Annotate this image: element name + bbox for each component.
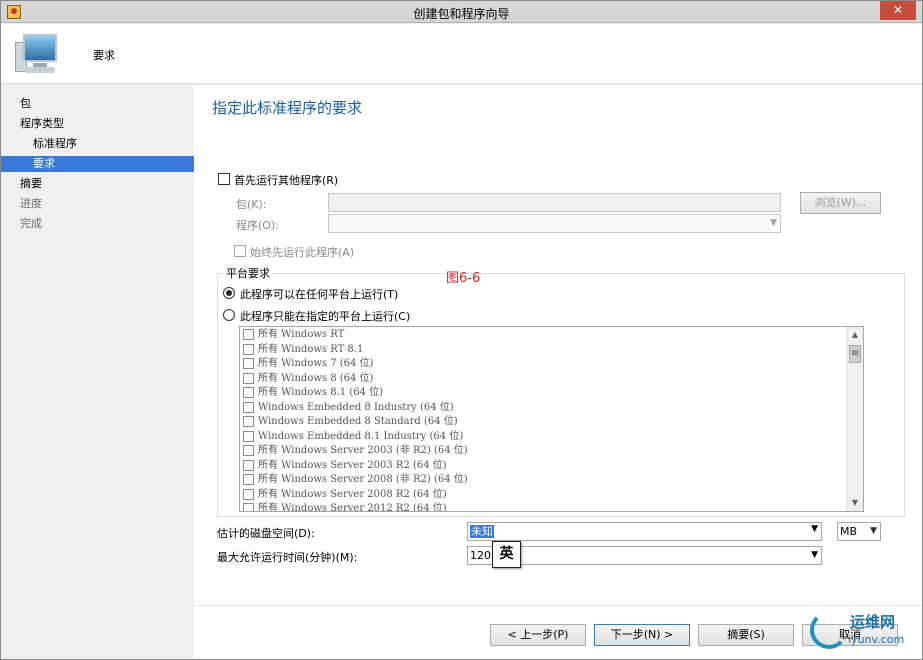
platform-item-checkbox[interactable] <box>243 358 254 369</box>
run-other-label: 首先运行其他程序(R) <box>234 174 339 187</box>
run-other-checkbox[interactable] <box>218 173 230 185</box>
platform-list-scrollbar[interactable]: ▲ ▼ <box>846 327 863 511</box>
watermark-text-primary: 运维网 <box>850 613 896 631</box>
always-first-label: 始终先运行此程序(A) <box>250 246 355 259</box>
platform-item-checkbox[interactable] <box>243 459 254 471</box>
back-button[interactable]: < 上一步(P) <box>490 624 586 646</box>
scroll-up-icon[interactable]: ▲ <box>848 328 862 342</box>
step-standard-program[interactable]: 标准程序 <box>1 136 194 152</box>
program-dropdown: ▼ <box>328 214 781 233</box>
step-package[interactable]: 包 <box>1 96 194 112</box>
platform-item-checkbox[interactable] <box>243 372 254 384</box>
disk-unit-value: MB <box>840 525 858 538</box>
max-runtime-label: 最大允许运行时间(分钟)(M): <box>217 551 358 564</box>
next-button[interactable]: 下一步(N) > <box>594 624 690 646</box>
any-platform-radio[interactable] <box>223 287 235 299</box>
step-summary[interactable]: 摘要 <box>1 176 194 192</box>
chevron-down-icon: ▼ <box>811 524 818 534</box>
platform-item-checkbox[interactable] <box>243 503 254 511</box>
browse-button: 浏览(W)... <box>800 192 881 214</box>
specific-platform-radio[interactable] <box>223 309 235 321</box>
max-runtime-value: 120 <box>470 549 491 562</box>
package-label: 包(K): <box>236 198 267 211</box>
watermark-text-secondary: iyunv.com <box>848 633 905 646</box>
wizard-header: 要求 <box>1 24 922 84</box>
disk-space-value: 未知 <box>470 525 494 538</box>
disk-space-dropdown[interactable]: 未知 ▼ <box>467 522 822 541</box>
platform-listbox[interactable]: 所有 Windows RT 所有 Windows RT 8.1 所有 Windo… <box>239 326 864 512</box>
step-requirements[interactable]: 要求 <box>1 156 194 172</box>
window-title: 创建包和程序向导 <box>413 7 510 21</box>
platform-item-checkbox[interactable] <box>243 387 254 398</box>
figure-label: 图6-6 <box>446 271 481 286</box>
chevron-down-icon: ▼ <box>770 218 777 228</box>
page-title: 指定此标准程序的要求 <box>212 99 363 117</box>
chevron-down-icon: ▼ <box>811 550 818 560</box>
platform-item-checkbox[interactable] <box>243 445 254 456</box>
platform-item-checkbox[interactable] <box>243 474 254 485</box>
platform-item-checkbox[interactable] <box>243 329 254 340</box>
wizard-window: 创建包和程序向导 ✕ 要求 包 程序类型 标准程序 要求 摘要 进度 完成 指定… <box>0 0 923 660</box>
chevron-down-icon: ▼ <box>870 526 877 536</box>
disk-unit-dropdown[interactable]: MB ▼ <box>837 522 881 541</box>
watermark-logo-icon <box>810 611 848 649</box>
platform-item-checkbox[interactable] <box>243 416 254 427</box>
platform-item-checkbox[interactable] <box>243 401 254 413</box>
main-panel: 指定此标准程序的要求 首先运行其他程序(R) 包(K): 浏览(W)... 程序… <box>194 85 922 659</box>
platform-item-checkbox[interactable] <box>243 430 254 442</box>
header-title: 要求 <box>93 49 115 62</box>
any-platform-label: 此程序可以在任何平台上运行(T) <box>240 288 399 301</box>
computer-icon <box>15 32 63 76</box>
summary-button[interactable]: 摘要(S) <box>698 624 794 646</box>
scroll-thumb[interactable] <box>849 345 861 363</box>
site-watermark: 运维网 iyunv.com <box>808 607 918 655</box>
step-program-type[interactable]: 程序类型 <box>1 116 194 132</box>
footer-divider <box>194 605 922 606</box>
step-progress: 进度 <box>20 197 42 210</box>
platform-item-checkbox[interactable] <box>243 343 254 355</box>
step-complete: 完成 <box>20 217 42 230</box>
program-label: 程序(O): <box>236 219 279 232</box>
disk-space-label: 估计的磁盘空间(D): <box>217 527 315 540</box>
package-field <box>328 193 781 212</box>
title-bar: 创建包和程序向导 ✕ <box>1 1 922 23</box>
ime-language-indicator: 英 <box>492 541 521 568</box>
platform-item-checkbox[interactable] <box>243 488 254 500</box>
platform-requirements-legend: 平台要求 <box>224 265 272 281</box>
always-first-checkbox <box>234 245 246 257</box>
wizard-steps-sidebar: 包 程序类型 标准程序 要求 摘要 进度 完成 <box>1 85 194 659</box>
close-button[interactable]: ✕ <box>880 1 916 20</box>
scroll-down-icon[interactable]: ▼ <box>848 496 862 510</box>
specific-platform-label: 此程序只能在指定的平台上运行(C) <box>240 310 411 323</box>
